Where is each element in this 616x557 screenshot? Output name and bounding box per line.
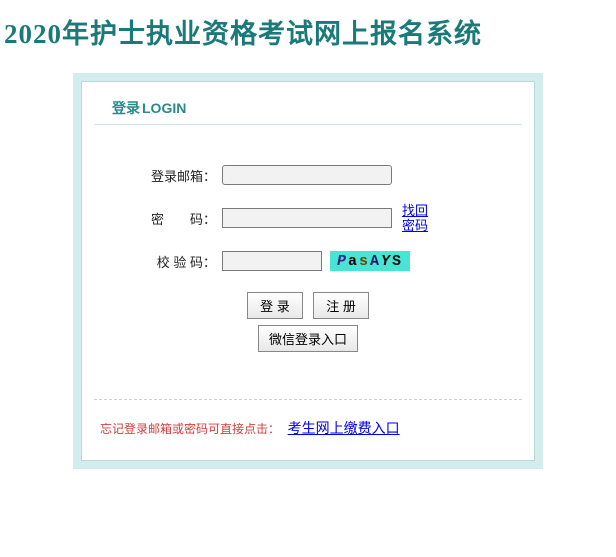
login-panel-inner: 登录LOGIN 登录邮箱： 密 码： 找回密码 校 验 码：	[81, 81, 535, 461]
password-input[interactable]	[222, 208, 392, 228]
forgot-password-link[interactable]: 找回密码	[402, 203, 432, 233]
captcha-input[interactable]	[222, 251, 322, 271]
footer-area: 忘记登录邮箱或密码可直接点击： 考生网上缴费入口	[94, 399, 522, 460]
email-input[interactable]	[222, 165, 392, 185]
login-header: 登录LOGIN	[94, 82, 522, 125]
captcha-row: 校 验 码： PasAYS	[102, 251, 514, 271]
login-header-en: LOGIN	[142, 100, 186, 116]
page-title: 2020年护士执业资格考试网上报名系统	[0, 0, 616, 55]
login-header-cn: 登录	[112, 100, 140, 116]
email-row: 登录邮箱：	[102, 165, 514, 185]
captcha-label: 校 验 码：	[102, 252, 222, 271]
login-button[interactable]: 登 录	[247, 292, 303, 319]
register-button[interactable]: 注 册	[313, 292, 369, 319]
password-label: 密 码：	[102, 209, 222, 228]
email-label: 登录邮箱：	[102, 166, 222, 185]
footer-hint: 忘记登录邮箱或密码可直接点击：	[100, 422, 280, 436]
login-form: 登录邮箱： 密 码： 找回密码 校 验 码： PasAYS	[82, 125, 534, 381]
login-panel-outer: 登录LOGIN 登录邮箱： 密 码： 找回密码 校 验 码：	[73, 73, 543, 469]
button-row: 登 录 注 册 微信登录入口	[102, 289, 514, 355]
password-row: 密 码： 找回密码	[102, 203, 514, 233]
payment-entry-link[interactable]: 考生网上缴费入口	[288, 420, 400, 436]
captcha-image[interactable]: PasAYS	[330, 251, 410, 271]
wechat-login-button[interactable]: 微信登录入口	[258, 325, 358, 352]
